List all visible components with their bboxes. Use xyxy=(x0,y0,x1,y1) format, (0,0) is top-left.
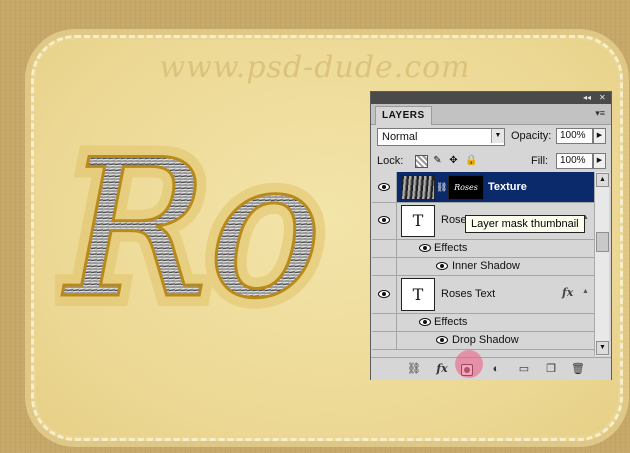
scroll-thumb[interactable] xyxy=(596,232,609,252)
panel-tab-row: LAYERS ▾≡ xyxy=(371,104,611,125)
effect-name: Drop Shadow xyxy=(452,334,519,346)
visibility-toggle[interactable] xyxy=(372,331,397,349)
panel-bottom-toolbar: ⛓ fx ◐ ▭ ❐ 🗑 xyxy=(371,357,611,380)
fill-label: Fill: xyxy=(531,155,549,167)
collapse-icon[interactable]: ◂◂ xyxy=(583,93,591,103)
layer-row-texture[interactable]: ⛓ Roses Texture xyxy=(372,172,594,203)
fill-slider-arrow-icon[interactable]: ▶ xyxy=(593,153,606,169)
layer-name-roses-text: Roses Text xyxy=(441,288,496,300)
new-group-icon[interactable]: ▭ xyxy=(517,362,531,376)
opacity-slider-arrow-icon[interactable]: ▶ xyxy=(593,128,606,144)
chain-link-icon[interactable]: ⛓ xyxy=(436,182,447,193)
lock-move-icon[interactable]: ✥ xyxy=(448,155,459,166)
layers-scrollbar[interactable]: ▲ ▼ xyxy=(594,172,609,356)
chevron-down-icon[interactable]: ▼ xyxy=(491,129,504,143)
eye-icon[interactable] xyxy=(436,336,448,344)
eye-icon[interactable] xyxy=(419,244,431,252)
visibility-toggle[interactable] xyxy=(372,202,397,239)
eye-icon xyxy=(378,290,390,298)
lock-brush-icon[interactable]: ✎ xyxy=(432,155,443,166)
visibility-toggle[interactable] xyxy=(372,313,397,331)
visibility-toggle[interactable] xyxy=(372,172,397,202)
blend-mode-select[interactable]: Normal ▼ xyxy=(377,128,505,146)
expand-effects-icon[interactable]: ▲ xyxy=(582,288,589,295)
scroll-up-icon[interactable]: ▲ xyxy=(596,173,609,187)
fx-icon[interactable]: fx xyxy=(562,286,573,299)
panel-menu-icon[interactable]: ▾≡ xyxy=(595,108,605,119)
effects-label: Effects xyxy=(434,316,468,328)
visibility-toggle[interactable] xyxy=(372,257,397,275)
artwork-letters: Ro xyxy=(62,120,322,340)
eye-icon xyxy=(378,216,390,224)
link-layers-icon[interactable]: ⛓ xyxy=(407,362,421,376)
effects-row[interactable]: Effects xyxy=(372,239,594,258)
blend-mode-value: Normal xyxy=(382,131,418,143)
effects-row[interactable]: Effects xyxy=(372,313,594,332)
watermark-text: www.psd-dude.com xyxy=(159,50,471,85)
eye-icon[interactable] xyxy=(436,262,448,270)
layer-row-roses-text[interactable]: T Roses Text fx ▲ xyxy=(372,275,594,314)
layer-thumbnail[interactable] xyxy=(401,175,435,200)
lock-all-icon[interactable]: 🔒 xyxy=(465,155,477,166)
type-layer-thumbnail[interactable]: T xyxy=(401,205,435,237)
roses-text-artwork: Ro Ro xyxy=(55,120,333,350)
layer-list: ⛓ Roses Texture T Roses ▲ Effects Inner … xyxy=(372,172,594,356)
effect-row-drop-shadow[interactable]: Drop Shadow xyxy=(372,331,594,350)
trash-icon[interactable]: 🗑 xyxy=(571,362,585,376)
eye-icon xyxy=(378,183,390,191)
effects-label: Effects xyxy=(434,242,468,254)
opacity-input[interactable]: 100% xyxy=(556,128,593,144)
add-layer-style-icon[interactable]: fx xyxy=(435,362,449,376)
eye-icon[interactable] xyxy=(419,318,431,326)
adjustment-layer-icon[interactable]: ◐ xyxy=(489,362,503,376)
opacity-label: Opacity: xyxy=(511,130,552,142)
tab-layers[interactable]: LAYERS xyxy=(375,106,432,125)
tooltip: Layer mask thumbnail xyxy=(465,215,585,233)
new-layer-icon[interactable]: ❐ xyxy=(544,362,558,376)
effect-row-inner-shadow[interactable]: Inner Shadow xyxy=(372,257,594,276)
lock-transparent-icon[interactable] xyxy=(415,155,428,168)
fill-input[interactable]: 100% xyxy=(556,153,593,169)
layer-mask-thumbnail[interactable]: Roses xyxy=(448,175,484,200)
layer-name-texture: Texture xyxy=(488,181,527,193)
layers-panel: ◂◂ ✕ LAYERS ▾≡ Normal ▼ Opacity: 100% ▶ … xyxy=(370,91,612,380)
panel-title-bar[interactable]: ◂◂ ✕ xyxy=(371,92,611,104)
visibility-toggle[interactable] xyxy=(372,275,397,313)
close-icon[interactable]: ✕ xyxy=(599,93,606,103)
lock-label: Lock: xyxy=(377,155,404,167)
scroll-down-icon[interactable]: ▼ xyxy=(596,341,609,355)
click-highlight xyxy=(455,350,483,378)
visibility-toggle[interactable] xyxy=(372,239,397,257)
type-layer-thumbnail[interactable]: T xyxy=(401,278,435,311)
effect-name: Inner Shadow xyxy=(452,260,520,272)
